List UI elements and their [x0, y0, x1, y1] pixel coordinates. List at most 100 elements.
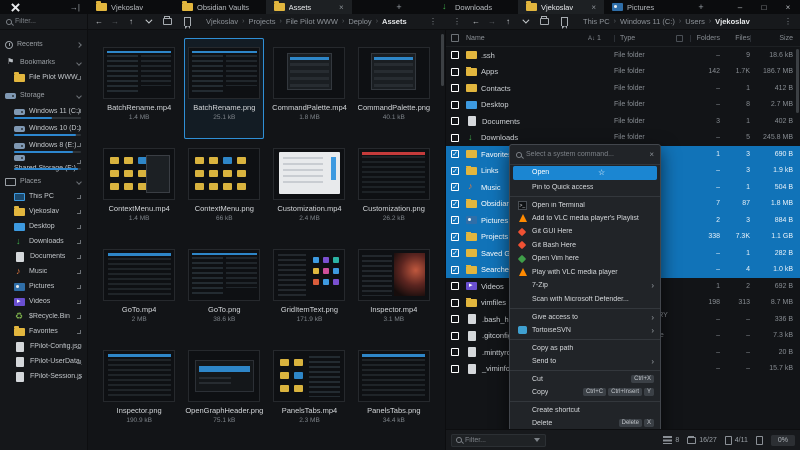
row-checkbox[interactable]	[451, 101, 459, 109]
menu-item[interactable]: Play with VLC media player ›	[510, 266, 660, 280]
menu-item[interactable]: Git Bash Here ›	[510, 239, 660, 253]
new-folder-button[interactable]	[160, 16, 174, 28]
thumbnail-item[interactable]: ContextMenu.png 66 kB	[184, 139, 264, 240]
attributes-column-icon[interactable]	[676, 35, 683, 42]
tab[interactable]: Vjekoslav ×	[88, 0, 174, 14]
bookmark-button[interactable]	[180, 16, 194, 28]
thumbnail-item[interactable]: CommandPalette.png 40.1 kB	[355, 38, 433, 139]
row-checkbox[interactable]: ✓	[451, 216, 459, 224]
tab[interactable]: Downloads ×	[432, 0, 518, 14]
breadcrumb-segment[interactable]: Vjekoslav	[715, 17, 750, 26]
sidebar-item[interactable]: Windows 11 (C:)	[0, 103, 87, 120]
table-row[interactable]: Apps File folder 142 1.7K 186.7 MB	[446, 64, 800, 81]
row-checkbox[interactable]	[451, 117, 459, 125]
thumbnail-item[interactable]: BatchRename.mp4 1.4 MB	[100, 38, 178, 139]
history-dropdown-icon[interactable]	[140, 16, 154, 28]
sidebar-item[interactable]: This PC	[0, 189, 87, 204]
thumbnail-item[interactable]: PanelsTabs.mp4 2.3 MB	[270, 341, 348, 442]
command-search-input[interactable]	[526, 151, 645, 158]
table-row[interactable]: Documents File folder 3 1 402 B	[446, 113, 800, 130]
sidebar-item[interactable]: File Pilot WWW	[0, 70, 87, 85]
sidebar-item[interactable]: Shared Storage (F:)	[0, 154, 87, 171]
row-checkbox[interactable]: ✓	[451, 266, 459, 274]
new-tab-button-right[interactable]: +	[690, 0, 712, 14]
pane-menu-icon[interactable]: ⋮	[780, 17, 796, 26]
thumbnail-item[interactable]: Inspector.mp4 3.1 MB	[355, 240, 433, 341]
thumbnail-item[interactable]: CommandPalette.mp4 1.8 MB	[270, 38, 348, 139]
menu-item[interactable]: Cut Ctrl+X ›	[510, 370, 660, 386]
list-filter-input[interactable]	[465, 437, 531, 444]
sidebar-item[interactable]: Bookmarks	[0, 55, 87, 70]
forward-button[interactable]: →	[108, 16, 122, 28]
thumbnail-item[interactable]: OpenGraphHeader.png 75.1 kB	[184, 341, 264, 442]
menu-item[interactable]: Give access to ›	[510, 308, 660, 324]
sidebar-item[interactable]: $Recycle.Bin	[0, 309, 87, 324]
row-checkbox[interactable]	[451, 51, 459, 59]
tab[interactable]: Vjekoslav ×	[518, 0, 604, 14]
thumbnail-item[interactable]: ContextMenu.mp4 1.4 MB	[100, 139, 178, 240]
thumbnail-item[interactable]: Customization.png 26.2 kB	[355, 139, 433, 240]
sidebar-item[interactable]: Vjekoslav	[0, 204, 87, 219]
thumbnail-item[interactable]: PanelsTabs.png 34.4 kB	[355, 341, 433, 442]
new-tab-button-left[interactable]: +	[388, 0, 410, 14]
tab[interactable]: Pictures ×	[604, 0, 690, 14]
row-checkbox[interactable]	[451, 315, 459, 323]
row-checkbox[interactable]	[451, 84, 459, 92]
column-header-files[interactable]: Files	[720, 35, 750, 42]
sidebar-item[interactable]: FPilot-UserData.json	[0, 354, 87, 369]
sidebar-item[interactable]: Windows 8 (E:)	[0, 137, 87, 154]
bookmark-button[interactable]	[557, 16, 571, 28]
table-row[interactable]: Desktop File folder – 8 2.7 MB	[446, 97, 800, 114]
sidebar-item[interactable]: Favorites	[0, 324, 87, 339]
menu-item[interactable]: Open Vim here ›	[510, 252, 660, 266]
breadcrumb-segment[interactable]: Windows 11 (C:)	[620, 17, 675, 26]
row-checkbox[interactable]: ✓	[451, 183, 459, 191]
row-checkbox[interactable]	[451, 348, 459, 356]
up-button[interactable]: ↑	[501, 16, 515, 28]
back-button[interactable]: ←	[469, 16, 483, 28]
row-checkbox[interactable]: ✓	[451, 200, 459, 208]
thumbnail-item[interactable]: GoTo.mp4 2 MB	[100, 240, 178, 341]
sidebar-filter-input[interactable]	[15, 18, 81, 25]
menu-item[interactable]: Send to ›	[510, 355, 660, 369]
sidebar-item[interactable]: Pictures	[0, 279, 87, 294]
sidebar-item[interactable]: Documents	[0, 249, 87, 264]
thumbnail-item[interactable]: Customization.mp4 2.4 MB	[270, 139, 348, 240]
favorite-star-icon[interactable]: ☆	[598, 168, 605, 177]
table-row[interactable]: .ssh File folder – 9 18.6 kB	[446, 47, 800, 64]
tab[interactable]: Obsidian Vaults ×	[174, 0, 266, 14]
column-header-size[interactable]: Size	[750, 35, 800, 42]
menu-item[interactable]: TortoiseSVN ›	[510, 324, 660, 338]
new-folder-button[interactable]	[537, 16, 551, 28]
sidebar-item[interactable]: FPilot-Session.json	[0, 369, 87, 384]
menu-item[interactable]: Delete Delete X ›	[510, 417, 660, 430]
minimize-button[interactable]: –	[728, 0, 752, 14]
sort-icon[interactable]	[588, 35, 595, 42]
row-checkbox[interactable]	[451, 68, 459, 76]
menu-item[interactable]: Copy Ctrl+C Ctrl+Insert Y ›	[510, 386, 660, 400]
row-checkbox[interactable]: ✓	[451, 167, 459, 175]
thumbnail-item[interactable]: GridItemText.png 171.9 kB	[270, 240, 348, 341]
sidebar-item[interactable]: Places	[0, 174, 87, 189]
thumbnail-item[interactable]: BatchRename.png 25.1 kB	[184, 38, 264, 139]
tab-close-icon[interactable]: ×	[591, 3, 596, 12]
close-button[interactable]: ×	[776, 0, 800, 14]
row-checkbox[interactable]: ✓	[451, 233, 459, 241]
scrollbar-thumb[interactable]	[441, 34, 444, 86]
tab-close-icon[interactable]: ×	[339, 3, 344, 12]
sidebar-item[interactable]: Desktop	[0, 219, 87, 234]
sidebar-item[interactable]: Storage	[0, 88, 87, 103]
column-header-folders[interactable]: Folders	[690, 35, 720, 42]
sidebar-item[interactable]: FPilot-Config.json	[0, 339, 87, 354]
filter-icon[interactable]	[534, 437, 541, 444]
menu-item[interactable]: Create shortcut ›	[510, 401, 660, 417]
row-checkbox[interactable]: ✓	[451, 249, 459, 257]
thumbnail-item[interactable]: GoTo.png 38.6 kB	[184, 240, 264, 341]
sidebar-item[interactable]: Music	[0, 264, 87, 279]
select-all-checkbox[interactable]	[451, 34, 459, 42]
back-button[interactable]: ←	[92, 16, 106, 28]
sidebar-item[interactable]: Windows 10 (D:)	[0, 120, 87, 137]
breadcrumb-segment[interactable]: Assets	[382, 17, 407, 26]
breadcrumb-segment[interactable]: File Pilot WWW	[286, 17, 338, 26]
sidebar-item[interactable]: Recents	[0, 37, 87, 52]
